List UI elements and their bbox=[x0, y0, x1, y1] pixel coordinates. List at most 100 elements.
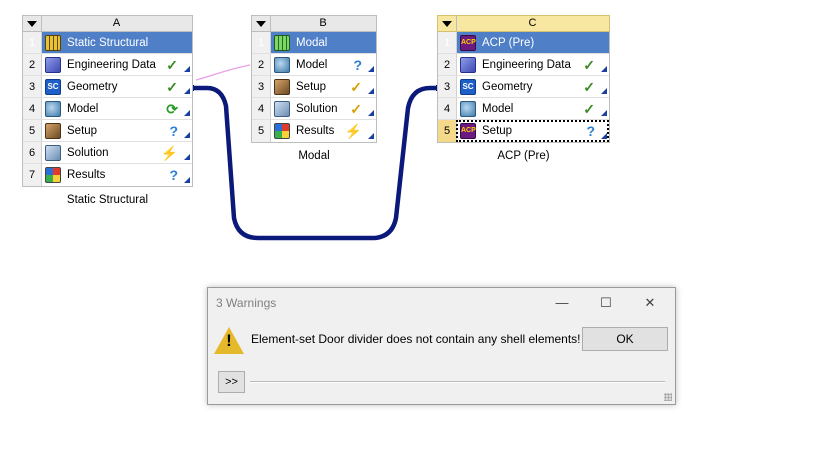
system-c-header[interactable]: C bbox=[437, 15, 610, 32]
warnings-dialog: 3 Warnings — ☐ ✕ ! Element-set Door divi… bbox=[207, 287, 676, 405]
cell-label: Setup bbox=[296, 81, 327, 93]
cell-c3-geometry[interactable]: 3 SC Geometry ✓ bbox=[438, 76, 609, 98]
ok-button[interactable]: OK bbox=[582, 327, 668, 351]
book-icon bbox=[460, 57, 476, 73]
acp-icon: ACP bbox=[460, 35, 476, 51]
cell-a1-static-structural[interactable]: 1 Static Structural bbox=[23, 32, 192, 54]
system-a-header[interactable]: A bbox=[22, 15, 193, 32]
cell-c5-setup[interactable]: 5 ACP Setup ? bbox=[438, 120, 609, 142]
attention-required-icon: ? bbox=[353, 57, 362, 73]
refresh-required-icon: ⟳ bbox=[166, 101, 178, 117]
cell-a2-engineering-data[interactable]: 2 Engineering Data ✓ bbox=[23, 54, 192, 76]
geometry-to-modal-link bbox=[195, 64, 251, 81]
system-c-letter: C bbox=[528, 17, 537, 29]
results-icon bbox=[45, 167, 61, 183]
cell-corner-marker bbox=[184, 88, 190, 94]
cell-b3-setup[interactable]: 3 Setup ✓ bbox=[252, 76, 376, 98]
row-number: 2 bbox=[438, 54, 457, 75]
cell-b2-model[interactable]: 2 Model ? bbox=[252, 54, 376, 76]
spaceclaim-icon: SC bbox=[460, 79, 476, 95]
cell-label: Static Structural bbox=[67, 37, 149, 49]
modal-icon bbox=[274, 35, 290, 51]
close-button[interactable]: ✕ bbox=[630, 291, 670, 315]
cell-corner-marker bbox=[184, 132, 190, 138]
system-b-letter: B bbox=[319, 17, 327, 29]
setup-icon bbox=[45, 123, 61, 139]
row-number: 3 bbox=[23, 76, 42, 97]
row-number: 4 bbox=[252, 98, 271, 119]
row-number: 3 bbox=[438, 76, 457, 97]
cell-label: Engineering Data bbox=[482, 59, 571, 71]
up-to-date-icon: ✓ bbox=[583, 79, 595, 95]
system-c-dropdown[interactable] bbox=[438, 16, 457, 31]
cell-a4-model[interactable]: 4 Model ⟳ bbox=[23, 98, 192, 120]
details-separator bbox=[250, 381, 665, 383]
setup-icon bbox=[274, 79, 290, 95]
cell-corner-marker bbox=[601, 133, 607, 139]
cell-label: Modal bbox=[296, 37, 328, 49]
cell-c1-acp-pre[interactable]: 1 ACP ACP (Pre) bbox=[438, 32, 609, 54]
cell-corner-marker bbox=[368, 88, 374, 94]
cell-c4-model[interactable]: 4 Model ✓ bbox=[438, 98, 609, 120]
cell-b4-solution[interactable]: 4 Solution ✓ bbox=[252, 98, 376, 120]
row-number: 2 bbox=[252, 54, 271, 75]
resize-grip-icon[interactable] bbox=[664, 393, 672, 401]
system-a-caption[interactable]: Static Structural bbox=[22, 194, 193, 206]
cell-label: ACP (Pre) bbox=[482, 37, 535, 49]
cell-a3-geometry[interactable]: 3 SC Geometry ✓ bbox=[23, 76, 192, 98]
update-required-icon: ⚡ bbox=[344, 123, 362, 139]
system-b-caption[interactable]: Modal bbox=[251, 150, 377, 162]
row-number: 4 bbox=[438, 98, 457, 119]
changes-pending-icon: ✓ bbox=[350, 79, 362, 95]
system-a[interactable]: A 1 Static Structural 2 Engineering Data… bbox=[22, 15, 193, 189]
cell-label: Solution bbox=[67, 147, 109, 159]
attention-required-icon: ? bbox=[586, 123, 595, 139]
attention-required-icon: ? bbox=[169, 123, 178, 139]
cell-corner-marker bbox=[184, 110, 190, 116]
warning-mark: ! bbox=[226, 331, 232, 350]
system-c-caption[interactable]: ACP (Pre) bbox=[437, 150, 610, 162]
row-number: 3 bbox=[252, 76, 271, 97]
cell-corner-marker bbox=[601, 88, 607, 94]
cell-label: Results bbox=[67, 169, 106, 181]
minimize-button[interactable]: — bbox=[542, 291, 582, 315]
cell-label: Engineering Data bbox=[67, 59, 156, 71]
cell-label: Model bbox=[67, 103, 99, 115]
cell-c2-engineering-data[interactable]: 2 Engineering Data ✓ bbox=[438, 54, 609, 76]
maximize-button[interactable]: ☐ bbox=[586, 291, 626, 315]
row-number: 2 bbox=[23, 54, 42, 75]
cell-a6-solution[interactable]: 6 Solution ⚡ bbox=[23, 142, 192, 164]
up-to-date-icon: ✓ bbox=[583, 101, 595, 117]
row-number: 7 bbox=[23, 164, 42, 186]
system-b-header[interactable]: B bbox=[251, 15, 377, 32]
row-number: 5 bbox=[438, 120, 457, 142]
cell-b1-modal[interactable]: 1 Modal bbox=[252, 32, 376, 54]
cell-label: Results bbox=[296, 125, 335, 137]
solution-icon bbox=[274, 101, 290, 117]
dialog-title: 3 Warnings bbox=[216, 296, 277, 310]
cell-a5-setup[interactable]: 5 Setup ? bbox=[23, 120, 192, 142]
cell-label: Setup bbox=[67, 125, 98, 137]
up-to-date-icon: ✓ bbox=[166, 79, 178, 95]
system-a-letter: A bbox=[112, 17, 121, 29]
row-number: 1 bbox=[438, 32, 457, 53]
warning-message: Element-set Door divider does not contai… bbox=[251, 332, 581, 346]
system-b[interactable]: B 1 Modal 2 Model ? 3 Setup ✓ 4 Solution… bbox=[251, 15, 377, 145]
cell-corner-marker bbox=[184, 66, 190, 72]
system-c[interactable]: C 1 ACP ACP (Pre) 2 Engineering Data ✓ 3… bbox=[437, 15, 610, 145]
book-icon bbox=[45, 57, 61, 73]
solution-icon bbox=[45, 145, 61, 161]
system-c-cells: 1 ACP ACP (Pre) 2 Engineering Data ✓ 3 S… bbox=[437, 32, 610, 143]
cell-corner-marker bbox=[368, 110, 374, 116]
up-to-date-icon: ✓ bbox=[166, 57, 178, 73]
system-a-dropdown[interactable] bbox=[23, 16, 42, 31]
expand-details-button[interactable]: >> bbox=[218, 371, 245, 393]
cell-a7-results[interactable]: 7 Results ? bbox=[23, 164, 192, 186]
row-number: 6 bbox=[23, 142, 42, 163]
results-icon bbox=[274, 123, 290, 139]
cell-b5-results[interactable]: 5 Results ⚡ bbox=[252, 120, 376, 142]
acp-icon: ACP bbox=[460, 123, 476, 139]
row-number: 4 bbox=[23, 98, 42, 119]
spaceclaim-icon: SC bbox=[45, 79, 61, 95]
system-b-dropdown[interactable] bbox=[252, 16, 271, 31]
